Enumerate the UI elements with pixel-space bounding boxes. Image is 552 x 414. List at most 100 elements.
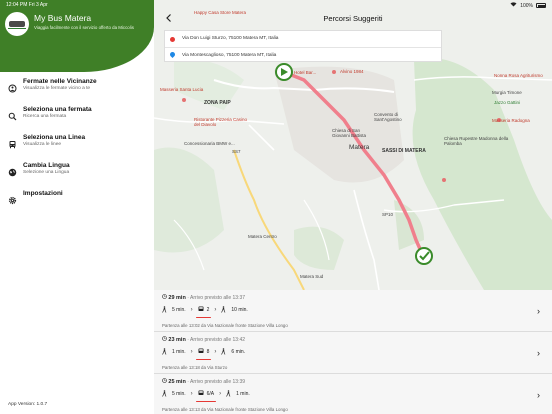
map-label-sassi: SASSI DI MATERA — [382, 148, 426, 154]
walk-duration: 5 min. — [172, 391, 186, 397]
bus-icon — [8, 136, 17, 149]
chevron-right-icon: › — [537, 306, 540, 316]
map-label-zona-paip: ZONA PAIP — [204, 100, 231, 106]
trip-summary: 23 min · Arrivo previsto alle 13:42 — [162, 336, 245, 343]
bus-line-chip: 2 — [195, 306, 212, 318]
chevron-right-icon: › — [214, 307, 217, 313]
map-label-murgia: Murgia Timone — [492, 90, 522, 95]
map-label-sp: SP10 — [382, 212, 394, 217]
search-icon — [8, 108, 17, 121]
chevron-right-icon: › — [190, 391, 193, 397]
trip-duration: 23 min — [168, 337, 186, 343]
walk-duration: 6 min. — [231, 349, 246, 355]
menu-item-change-language[interactable]: Cambia Lingua Selezione una Lingua — [0, 162, 154, 190]
page-title: Percorsi Suggeriti — [323, 14, 383, 23]
trip-duration: 25 min — [168, 379, 186, 385]
app-version: App Version: 1.0.7 — [8, 402, 48, 407]
bus-line-number: 8 — [206, 349, 210, 355]
status-right: 100% — [510, 2, 546, 9]
drawer-menu: Fermate nelle Vicinanze Visualizza le fe… — [0, 78, 154, 218]
trip-duration: 29 min — [168, 295, 186, 301]
map-label-campagna: Masseria Radogna — [492, 118, 530, 123]
menu-title: Seleziona una Linea — [23, 134, 86, 141]
chevron-right-icon: › — [219, 391, 222, 397]
walking-icon — [8, 80, 17, 93]
status-bar: 12:04 PM Fri 3 Apr 100% — [0, 0, 552, 10]
bus-line-chip: 6/A — [195, 390, 216, 402]
walking-icon — [221, 305, 226, 315]
walk-duration: 5 min. — [172, 307, 186, 313]
destination-address: Via Montescaglioso, 75100 Matera MT, Ita… — [182, 53, 277, 58]
map-label-chiesa: Chiesa di San Giovanni Battista — [332, 128, 367, 138]
menu-title: Impostazioni — [23, 190, 63, 197]
map-label-matera: Matera — [349, 144, 370, 151]
walk-duration: 1 min. — [172, 349, 186, 355]
menu-title: Fermate nelle Vicinanze — [23, 78, 97, 85]
trip-summary: 29 min · Arrivo previsto alle 13:37 — [162, 294, 245, 301]
map-label-matera-sud: Matera Sud — [300, 274, 324, 279]
map-label-alvino: Alvino 1984 — [340, 69, 364, 74]
trip-summary: 25 min · Arrivo previsto alle 13:39 — [162, 378, 245, 385]
app-title: My Bus Matera — [34, 13, 92, 23]
bus-icon — [198, 390, 204, 398]
route-map[interactable]: Hotel Bar... Alvino 1984 Nonna Rosa Agri… — [154, 0, 552, 290]
bus-line-chip: 8 — [195, 348, 212, 360]
destination-pin-icon — [168, 50, 177, 59]
map-label-matera-centro: Matera Centro — [248, 234, 277, 239]
walking-icon — [221, 347, 226, 357]
status-time: 12:04 PM Fri 3 Apr — [6, 2, 48, 8]
app-subtitle: Viaggia facilmente con il servizio offer… — [34, 25, 134, 30]
route-address-box: Via Don Luigi Sturzo, 75100 Matera MT, I… — [164, 30, 442, 62]
chevron-right-icon: › — [537, 348, 540, 358]
map-label-ristorante: Ristorante Pizzeria Casino del Diavolo — [194, 117, 248, 127]
menu-item-select-line[interactable]: Seleziona una Linea Visualizza le linee — [0, 134, 154, 162]
menu-title: Cambia Lingua — [23, 162, 70, 169]
trip-option[interactable]: 23 min · Arrivo previsto alle 13:42 1 mi… — [154, 332, 552, 374]
menu-subtitle: Visualizza le linee — [23, 142, 62, 147]
map-label-happy-casa: Happy Casa Store Matera — [194, 10, 247, 15]
map-label-chiesa-palomba: Chiesa Rupestre Madonna della Palomba — [444, 136, 509, 146]
trip-legs: 5 min. › 2 › 10 min. — [162, 304, 248, 318]
menu-subtitle: Selezione una Lingua — [23, 170, 70, 175]
navigation-drawer: My Bus Matera Viaggia facilmente con il … — [0, 0, 154, 414]
trip-option[interactable]: 29 min · Arrivo previsto alle 13:37 5 mi… — [154, 290, 552, 332]
drawer-header: My Bus Matera Viaggia facilmente con il … — [0, 0, 154, 72]
bus-line-number: 2 — [206, 307, 210, 313]
trip-option[interactable]: 25 min · Arrivo previsto alle 13:39 5 mi… — [154, 374, 552, 414]
map-label-bmw: Concessionaria BMW e... — [184, 141, 235, 146]
top-nav-bar: Percorsi Suggeriti Happy Casa Store Mate… — [154, 10, 552, 30]
origin-address: Via Don Luigi Sturzo, 75100 Matera MT, I… — [182, 36, 279, 41]
bus-icon — [198, 348, 204, 356]
walk-duration: 10 min. — [231, 307, 248, 313]
menu-subtitle: Visualizza le fermate vicino a te — [23, 86, 91, 91]
trip-legs: 1 min. › 8 › 6 min. — [162, 346, 246, 360]
bus-line-number: 6/A — [206, 391, 215, 397]
app-screen: 12:04 PM Fri 3 Apr 100% My Bus Matera Vi… — [0, 0, 552, 414]
menu-item-select-stop[interactable]: Seleziona una fermata Ricerca una fermat… — [0, 106, 154, 134]
walking-icon — [162, 389, 167, 399]
app-logo — [5, 12, 29, 36]
trip-arrival: · Arrivo previsto alle 13:39 — [187, 379, 246, 385]
menu-item-nearby-stops[interactable]: Fermate nelle Vicinanze Visualizza le fe… — [0, 78, 154, 106]
walk-duration: 1 min. — [236, 391, 250, 397]
menu-subtitle: Ricerca una fermata — [23, 114, 67, 119]
battery-percent: 100% — [520, 2, 533, 9]
trip-legs: 5 min. › 6/A › 1 min. — [162, 388, 250, 402]
map-label-hotel: Hotel Bar... — [294, 70, 317, 75]
destination-field[interactable]: Via Montescaglioso, 75100 Matera MT, Ita… — [165, 47, 441, 63]
battery-icon — [536, 3, 546, 8]
wifi-icon — [510, 2, 517, 9]
chevron-right-icon: › — [190, 349, 193, 355]
suggested-routes-panel: Hotel Bar... Alvino 1984 Nonna Rosa Agri… — [154, 0, 552, 414]
origin-dot-icon — [170, 36, 175, 42]
menu-item-settings[interactable]: Impostazioni — [0, 190, 154, 218]
gear-icon — [8, 192, 17, 205]
trip-departure: Partenza alle 13:18 da Via Sturzo — [162, 365, 228, 370]
trip-arrival: · Arrivo previsto alle 13:37 — [187, 295, 246, 301]
map-label-convento: Convento di Sant'Agostino — [374, 112, 402, 122]
chevron-right-icon: › — [190, 307, 193, 313]
walking-icon — [162, 305, 167, 315]
walking-icon — [162, 347, 167, 357]
origin-field[interactable]: Via Don Luigi Sturzo, 75100 Matera MT, I… — [165, 31, 441, 47]
map-label-masseria: Masseria Santa Lucia — [160, 87, 204, 92]
